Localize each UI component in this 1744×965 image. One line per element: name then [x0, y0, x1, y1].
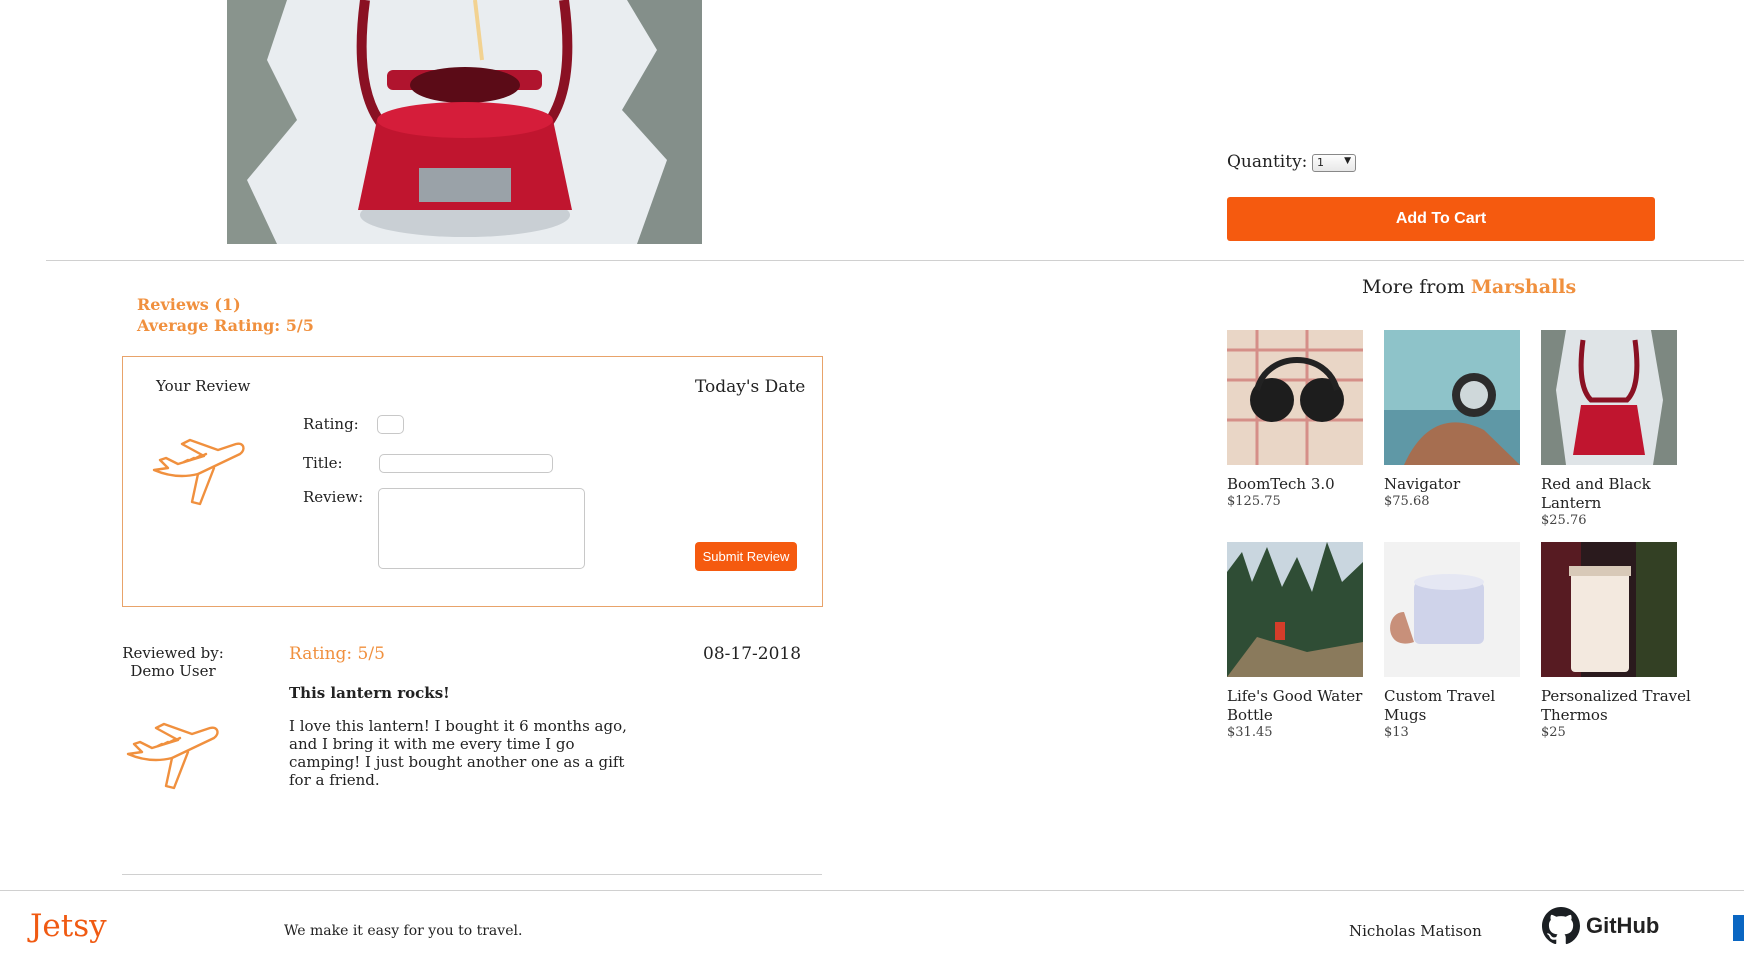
footer-author: Nicholas Matison — [1349, 922, 1482, 940]
product-name[interactable]: Navigator — [1384, 475, 1534, 494]
reviewer: Reviewed by: Demo User — [118, 644, 228, 680]
product-card[interactable]: Navigator $75.68 — [1384, 330, 1534, 509]
linkedin-icon[interactable] — [1733, 915, 1744, 941]
quantity-value: 1 — [1317, 156, 1324, 169]
review-label: Review: — [303, 488, 364, 506]
reviewed-by-label: Reviewed by: — [122, 644, 224, 662]
product-thumbnail[interactable] — [1227, 330, 1363, 465]
rating-input[interactable] — [377, 415, 404, 434]
footer-divider — [0, 890, 1744, 891]
product-name[interactable]: Custom Travel Mugs — [1384, 687, 1534, 725]
your-review-label: Your Review — [156, 377, 251, 395]
github-label: GitHub — [1586, 913, 1660, 938]
github-icon — [1542, 907, 1580, 945]
product-card[interactable]: Personalized Travel Thermos $25 — [1541, 542, 1691, 740]
product-thumbnail[interactable] — [1227, 542, 1363, 677]
divider — [46, 260, 1744, 261]
more-from-heading: More from Marshalls — [1362, 276, 1576, 298]
product-thumbnail[interactable] — [1384, 542, 1520, 677]
airplane-icon — [152, 438, 245, 506]
product-card[interactable]: BoomTech 3.0 $125.75 — [1227, 330, 1377, 509]
product-card[interactable]: Red and Black Lantern $25.76 — [1541, 330, 1691, 528]
chevron-down-icon: ▼ — [1344, 156, 1351, 166]
airplane-icon — [126, 722, 219, 790]
title-label: Title: — [303, 454, 343, 472]
review-date: 08-17-2018 — [703, 644, 802, 664]
more-from-label: More from — [1362, 276, 1465, 298]
quantity-select[interactable]: 1 ▼ — [1312, 154, 1356, 172]
product-name[interactable]: Life's Good Water Bottle — [1227, 687, 1377, 725]
title-input[interactable] — [379, 454, 553, 473]
product-card[interactable]: Life's Good Water Bottle $31.45 — [1227, 542, 1377, 740]
footer-tagline: We make it easy for you to travel. — [284, 923, 523, 939]
product-name[interactable]: Red and Black Lantern — [1541, 475, 1691, 513]
product-price: $75.68 — [1384, 494, 1430, 509]
product-thumbnail[interactable] — [1541, 330, 1677, 465]
product-name[interactable]: Personalized Travel Thermos — [1541, 687, 1691, 725]
reviewer-name: Demo User — [130, 662, 216, 680]
github-link[interactable]: GitHub — [1542, 907, 1659, 945]
product-name[interactable]: BoomTech 3.0 — [1227, 475, 1377, 494]
product-price: $31.45 — [1227, 725, 1273, 740]
review-textarea[interactable] — [378, 488, 585, 569]
shop-link[interactable]: Marshalls — [1471, 276, 1576, 298]
product-thumbnail[interactable] — [1541, 542, 1677, 677]
today-date: Today's Date — [695, 377, 806, 397]
submit-review-button[interactable]: Submit Review — [695, 542, 797, 571]
reviews-count: Reviews (1) — [137, 295, 241, 314]
product-price: $125.75 — [1227, 494, 1281, 509]
add-to-cart-button[interactable]: Add To Cart — [1227, 197, 1655, 241]
product-price: $13 — [1384, 725, 1409, 740]
divider — [122, 874, 822, 875]
review-title: This lantern rocks! — [289, 684, 450, 702]
footer-logo[interactable]: Jetsy — [30, 908, 107, 944]
review-body: I love this lantern! I bought it 6 month… — [289, 717, 627, 789]
average-rating: Average Rating: 5/5 — [137, 316, 314, 335]
product-price: $25.76 — [1541, 513, 1587, 528]
review-rating: Rating: 5/5 — [289, 644, 385, 664]
product-card[interactable]: Custom Travel Mugs $13 — [1384, 542, 1534, 740]
rating-label: Rating: — [303, 415, 359, 433]
quantity-label: Quantity: — [1227, 152, 1308, 172]
product-image — [227, 0, 702, 244]
product-thumbnail[interactable] — [1384, 330, 1520, 465]
product-price: $25 — [1541, 725, 1566, 740]
